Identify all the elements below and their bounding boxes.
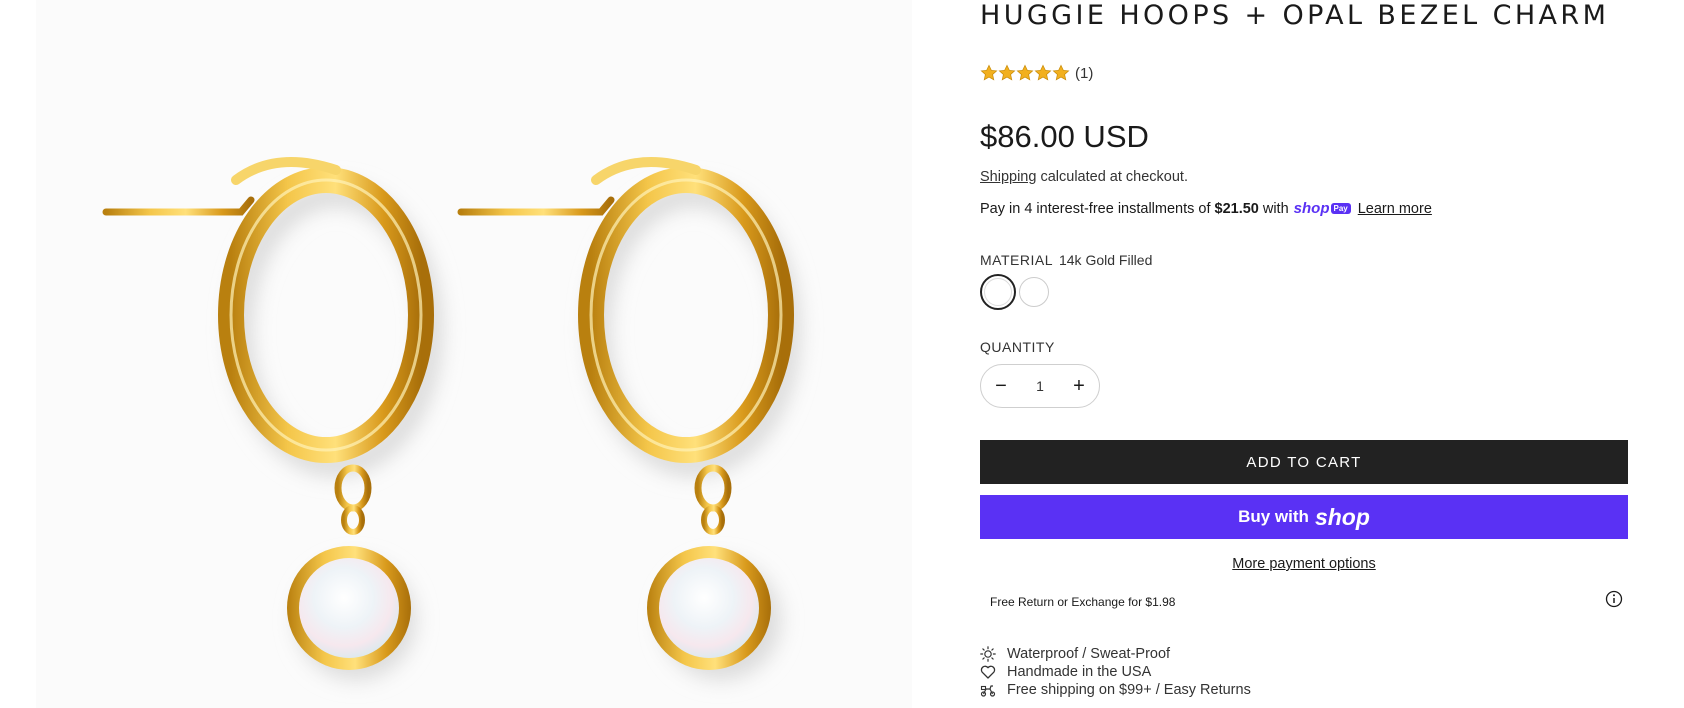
rating-stars xyxy=(980,64,1070,82)
material-selected-value: 14k Gold Filled xyxy=(1058,252,1153,268)
installments-text: Pay in 4 interest-free installments of xyxy=(980,200,1211,217)
installments-banner: Pay in 4 interest-free installments of $… xyxy=(980,200,1432,217)
feature-label: Free shipping on $99+ / Easy Returns xyxy=(1007,682,1251,698)
quantity-decrease-button[interactable]: − xyxy=(981,364,1021,408)
returns-notice: Free Return or Exchange for $1.98 xyxy=(990,595,1176,609)
material-swatch-14k-gold-filled[interactable] xyxy=(980,274,1016,310)
learn-more-link[interactable]: Learn more xyxy=(1358,201,1432,217)
star-icon xyxy=(1034,64,1052,81)
product-image[interactable] xyxy=(36,0,912,708)
star-icon xyxy=(980,64,998,81)
more-payment-options-link[interactable]: More payment options xyxy=(980,556,1628,572)
buy-with-shop-button[interactable]: Buy with shop xyxy=(980,495,1628,539)
add-to-cart-button[interactable]: ADD TO CART xyxy=(980,440,1628,484)
material-swatch-alternate[interactable] xyxy=(1019,277,1049,307)
star-rating[interactable]: (1) xyxy=(980,64,1093,82)
earrings-illustration xyxy=(102,157,800,680)
shipping-link[interactable]: Shipping xyxy=(980,169,1036,185)
quantity-input[interactable]: 1 xyxy=(1036,378,1044,394)
shop-logo: shop xyxy=(1314,503,1370,530)
shop-pay-logo: shop Pay xyxy=(1294,200,1351,217)
buy-with-label: Buy with xyxy=(1238,507,1309,526)
star-icon xyxy=(1016,64,1034,81)
heart-icon xyxy=(980,665,996,679)
quantity-stepper: − 1 + xyxy=(980,364,1100,408)
sun-icon xyxy=(980,646,996,662)
shop-pay-word: shop xyxy=(1293,200,1330,217)
review-count[interactable]: (1) xyxy=(1075,65,1093,82)
quantity-label: QUANTITY xyxy=(980,339,1055,355)
feature-label: Waterproof / Sweat-Proof xyxy=(1007,646,1171,662)
installments-with: with xyxy=(1262,200,1289,217)
info-icon[interactable] xyxy=(1605,590,1623,608)
shop-pay-badge: Pay xyxy=(1330,203,1351,214)
feature-label: Handmade in the USA xyxy=(1007,664,1152,680)
feature-item: Handmade in the USA xyxy=(980,663,1251,681)
feature-item: Free shipping on $99+ / Easy Returns xyxy=(980,681,1251,699)
product-price: $86.00 USD xyxy=(980,119,1149,154)
delivery-scooter-icon xyxy=(980,685,996,697)
product-title: HUGGIE HOOPS + OPAL BEZEL CHARM xyxy=(980,0,1610,31)
shipping-note: Shipping calculated at checkout. xyxy=(980,169,1188,185)
material-label-text: MATERIAL xyxy=(980,252,1053,268)
feature-item: Waterproof / Sweat-Proof xyxy=(980,645,1251,663)
installment-amount: $21.50 xyxy=(1214,200,1259,217)
star-icon xyxy=(1052,64,1070,81)
star-icon xyxy=(998,64,1016,81)
quantity-increase-button[interactable]: + xyxy=(1059,364,1099,408)
material-label: MATERIAL 14k Gold Filled xyxy=(980,252,1152,268)
shipping-note-text: calculated at checkout. xyxy=(1040,169,1188,185)
feature-list: Waterproof / Sweat-Proof Handmade in the… xyxy=(980,645,1251,699)
